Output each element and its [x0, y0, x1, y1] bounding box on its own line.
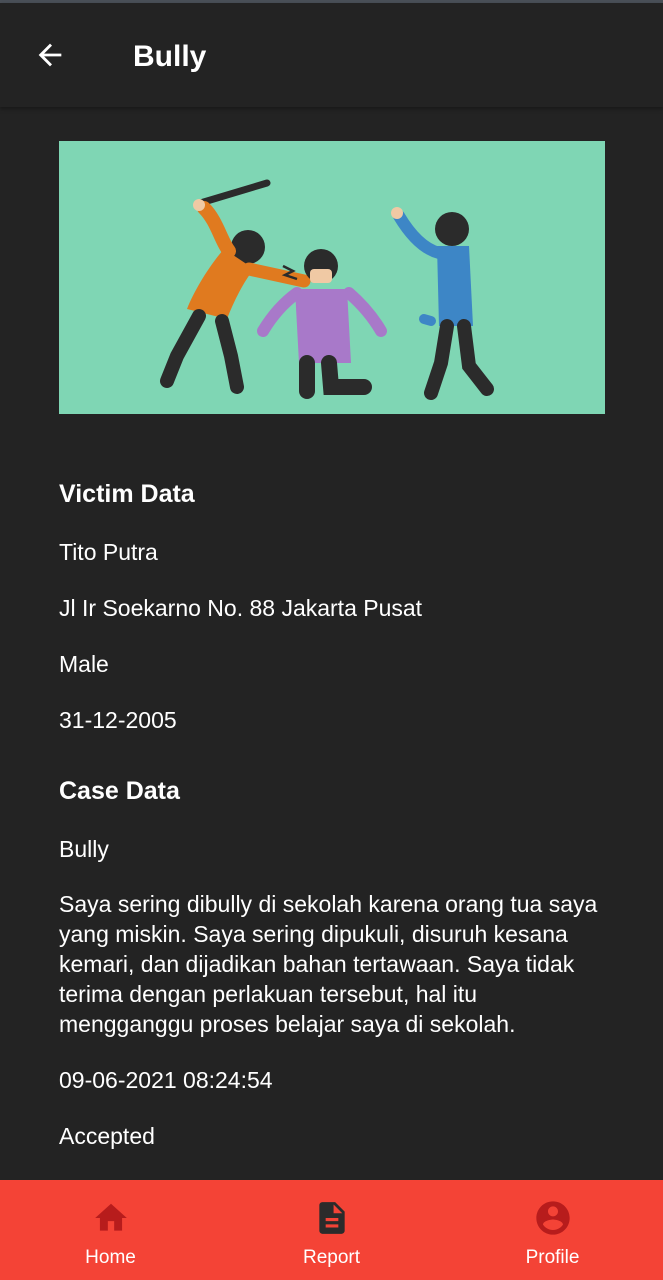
- nav-label-home: Home: [85, 1247, 136, 1268]
- bottom-navigation: Home Report Profile: [0, 1180, 663, 1280]
- victim-address: Jl Ir Soekarno No. 88 Jakarta Pusat: [59, 595, 423, 621]
- victim-data-heading: Victim Data: [59, 480, 195, 508]
- app-screen: Bully Victim Data Tito Putra Jl Ir Soeka…: [0, 0, 663, 1280]
- app-bar: Bully: [0, 3, 663, 107]
- case-type: Bully: [59, 836, 109, 862]
- nav-item-home[interactable]: Home: [0, 1180, 221, 1280]
- profile-account-icon: [533, 1198, 573, 1238]
- case-datetime: 09-06-2021 08:24:54: [59, 1067, 273, 1093]
- home-icon: [91, 1198, 131, 1238]
- bullying-illustration: [59, 141, 605, 414]
- nav-label-profile: Profile: [525, 1247, 580, 1268]
- report-document-icon: [312, 1198, 352, 1238]
- page-title: Bully: [133, 40, 207, 73]
- victim-name: Tito Putra: [59, 539, 158, 565]
- nav-label-report: Report: [302, 1247, 361, 1268]
- case-data-heading: Case Data: [59, 777, 180, 805]
- case-description: Saya sering dibully di sekolah karena or…: [59, 891, 598, 1037]
- case-status: Accepted: [59, 1123, 155, 1149]
- nav-item-report[interactable]: Report: [221, 1180, 442, 1280]
- victim-birth-date: 31-12-2005: [59, 707, 177, 733]
- arrow-back-icon: [38, 43, 62, 67]
- bullying-scene-image: [160, 179, 494, 400]
- nav-item-profile[interactable]: Profile: [442, 1180, 663, 1280]
- back-button[interactable]: [28, 33, 72, 77]
- victim-gender: Male: [59, 651, 109, 677]
